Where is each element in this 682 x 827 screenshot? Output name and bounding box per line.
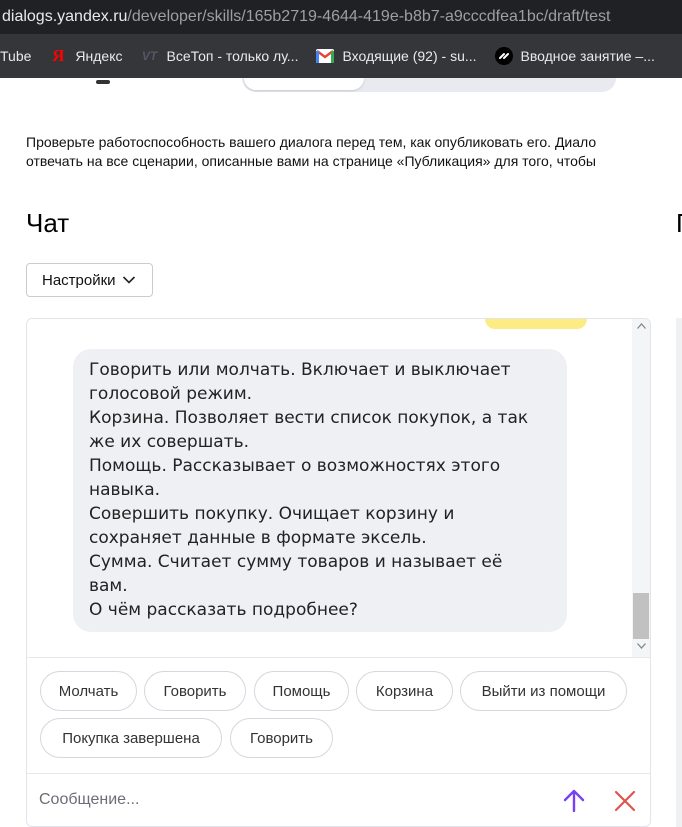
suggest-button[interactable]: Покупка завершена: [40, 718, 222, 758]
settings-dropdown[interactable]: Настройки: [26, 263, 153, 297]
vsetop-icon: VT: [141, 49, 158, 63]
suggest-button[interactable]: Помощь: [254, 671, 349, 711]
close-icon: [614, 790, 636, 812]
side-heading: П: [676, 208, 682, 239]
bookmark-label: ВсеТоп - только лу...: [166, 48, 299, 64]
message-line: Совершить покупку. Очищает корзину и: [89, 504, 455, 524]
message-line: же их совершать.: [89, 432, 250, 452]
header-fragment: [96, 80, 110, 84]
message-line: голосовой режим.: [89, 384, 253, 404]
message-input[interactable]: [39, 782, 539, 818]
clear-button[interactable]: [610, 786, 640, 816]
description-line: Проверьте работоспособность вашего диало…: [26, 134, 597, 150]
bookmarks-bar: Tube Я Яндекс VT ВсеТоп - только лу... В…: [0, 34, 682, 78]
bookmark-label: Входящие (92) - su...: [342, 48, 477, 64]
chat-panel: Говорить или молчать. Включает и выключа…: [26, 318, 651, 827]
chat-heading: Чат: [26, 208, 70, 238]
yandex-icon: Я: [52, 46, 65, 65]
message-line: Говорить или молчать. Включает и выключа…: [89, 360, 511, 380]
suggest-button[interactable]: Молчать: [40, 671, 137, 711]
page-description: Проверьте работоспособность вашего диало…: [26, 133, 682, 171]
message-line: Сумма. Считает сумму товаров и называет …: [89, 552, 503, 572]
chevron-down-icon: [122, 276, 135, 284]
message-list[interactable]: Говорить или молчать. Включает и выключа…: [27, 319, 650, 657]
message-line: навыка.: [89, 480, 161, 500]
bookmark-yandex[interactable]: Я Яндекс: [49, 46, 123, 65]
scroll-down-arrow-icon[interactable]: [632, 643, 650, 655]
user-message-bubble: [485, 319, 587, 329]
skillbox-icon: [494, 47, 513, 65]
mode-switch-active[interactable]: [244, 78, 364, 90]
bookmark-label: Яндекс: [75, 48, 123, 64]
bookmark-label: Вводное занятие –...: [520, 48, 655, 64]
bookmark-gmail[interactable]: Входящие (92) - su...: [316, 47, 477, 65]
url-host: dialogs.yandex.ru: [2, 8, 128, 25]
suggest-buttons: Молчать Говорить Помощь Корзина Выйти из…: [27, 657, 650, 773]
message-line: Корзина. Позволяет вести список покупок,…: [89, 408, 529, 428]
bookmark-label: Tube: [0, 48, 32, 64]
bot-message-bubble: Говорить или молчать. Включает и выключа…: [73, 349, 567, 632]
message-line: Помощь. Рассказывает о возможностях этог…: [89, 456, 501, 476]
message-composer: [27, 773, 650, 826]
bookmark-vsetop[interactable]: VT ВсеТоп - только лу...: [140, 47, 299, 65]
message-line: О чём рассказать подробнее?: [89, 600, 358, 620]
message-line: сохраняет данные в формате эксель.: [89, 528, 427, 548]
suggest-button[interactable]: Корзина: [356, 671, 453, 711]
send-button[interactable]: [559, 786, 589, 816]
side-panel-edge: [676, 318, 682, 827]
address-bar[interactable]: dialogs.yandex.ru/developer/skills/165b2…: [0, 0, 682, 34]
gmail-icon: [316, 47, 335, 65]
settings-label: Настройки: [42, 271, 116, 289]
suggest-button[interactable]: Говорить: [144, 671, 246, 711]
description-line: отвечать на все сценарии, описанные вами…: [26, 153, 596, 169]
bookmark-skillbox[interactable]: Вводное занятие –...: [494, 47, 655, 65]
bookmark-youtube[interactable]: Tube: [0, 48, 31, 64]
arrow-up-icon: [563, 789, 585, 813]
message-line: вам.: [89, 576, 128, 596]
suggest-button[interactable]: Говорить: [230, 718, 333, 758]
scrollbar-thumb[interactable]: [633, 593, 649, 639]
scroll-up-arrow-icon[interactable]: [632, 323, 650, 335]
url-path: /developer/skills/165b2719-4644-419e-b8b…: [127, 8, 611, 25]
suggest-button[interactable]: Выйти из помощи: [460, 671, 627, 711]
